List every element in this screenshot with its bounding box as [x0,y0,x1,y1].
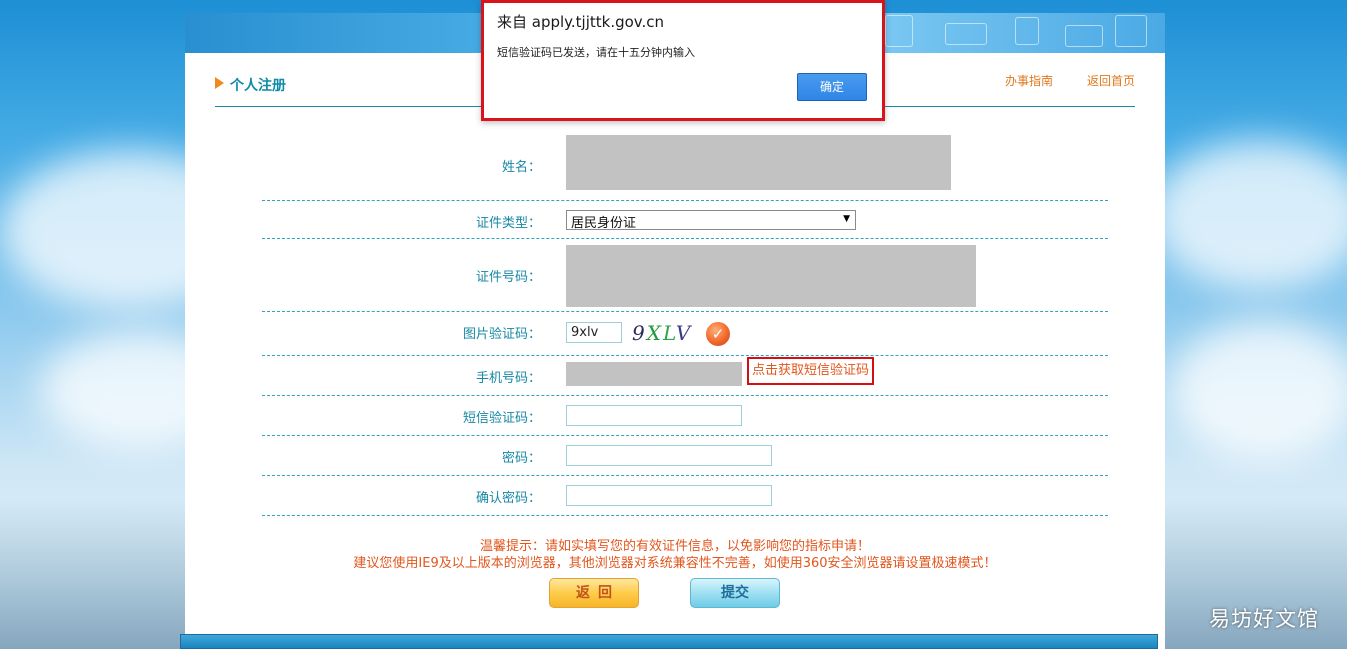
banner-decoration [945,23,987,45]
form-row-id-number: 证件号码： [262,239,1108,312]
dialog-ok-button[interactable]: 确定 [797,73,867,101]
form-row-captcha: 图片验证码： 9xlv 9XLV ✓ [262,312,1108,356]
id-number-label: 证件号码： [475,270,541,285]
submit-button[interactable]: 提交 [690,578,780,608]
id-type-select[interactable]: 居民身份证 ▼ [566,210,856,231]
chevron-down-icon: ▼ [843,214,850,224]
get-sms-code-button[interactable]: 点击获取短信验证码 [747,357,875,385]
header-links: 办事指南 返回首页 [1005,72,1135,89]
background-cloud [1150,140,1347,290]
form-row-sms-code: 短信验证码： [262,396,1108,436]
banner-decoration [885,15,913,47]
banner-decoration [1065,25,1103,47]
confirm-password-input[interactable] [566,485,772,506]
sms-code-input[interactable] [566,405,742,426]
phone-label: 手机号码： [475,371,541,386]
home-link[interactable]: 返回首页 [1087,72,1135,89]
password-label: 密码： [501,451,541,466]
captcha-label: 图片验证码： [462,327,541,342]
phone-input[interactable] [566,362,742,386]
form-row-name: 姓名： [262,135,1108,201]
tips: 温馨提示：请如实填写您的有效证件信息，以免影响您的指标申请！ 建议您使用IE9及… [185,538,1165,572]
form-row-phone: 手机号码： 点击获取短信验证码 [262,356,1108,396]
footer-bar [180,634,1158,649]
background-city [0,499,190,649]
banner-decoration [1015,17,1039,45]
guide-link[interactable]: 办事指南 [1005,72,1053,89]
registration-form: 姓名： 证件类型： 居民身份证 ▼ 证件号码： 图片验证码： 9xlv 9XLV… [262,135,1108,516]
id-number-input[interactable] [566,245,976,307]
tip-line-2: 建议您使用IE9及以上版本的浏览器，其他浏览器对系统兼容性不完善，如使用360安… [353,556,997,571]
sms-code-label: 短信验证码： [462,411,541,426]
watermark: 易坊好文馆 [1209,607,1319,631]
password-input[interactable] [566,445,772,466]
id-type-value: 居民身份证 [571,216,637,231]
confirm-password-label: 确认密码： [475,491,541,506]
background-cloud [1170,320,1347,460]
id-type-label: 证件类型： [475,216,541,231]
name-label: 姓名： [501,160,541,175]
captcha-char: 9 [632,321,647,345]
alert-dialog: 来自 apply.tjjttk.gov.cn 短信验证码已发送，请在十五分钟内输… [481,0,885,121]
page-title-text: 个人注册 [230,78,286,94]
captcha-char: X [646,321,663,345]
check-icon[interactable]: ✓ [706,322,730,346]
form-row-id-type: 证件类型： 居民身份证 ▼ [262,201,1108,239]
captcha-image[interactable]: 9XLV [632,321,692,345]
arrow-icon [215,77,224,89]
tip-line-1: 温馨提示：请如实填写您的有效证件信息，以免影响您的指标申请！ [479,539,870,554]
form-row-confirm-password: 确认密码： [262,476,1108,516]
form-row-password: 密码： [262,436,1108,476]
back-button[interactable]: 返回 [549,578,639,608]
banner-decoration [1115,15,1147,47]
name-input[interactable] [566,135,951,190]
dialog-message: 短信验证码已发送，请在十五分钟内输入 [497,46,695,59]
captcha-char: V [675,321,693,345]
captcha-input[interactable]: 9xlv [566,322,622,343]
dialog-title: 来自 apply.tjjttk.gov.cn [497,13,665,31]
page-title: 个人注册 [215,73,286,97]
captcha-char: L [662,321,676,345]
